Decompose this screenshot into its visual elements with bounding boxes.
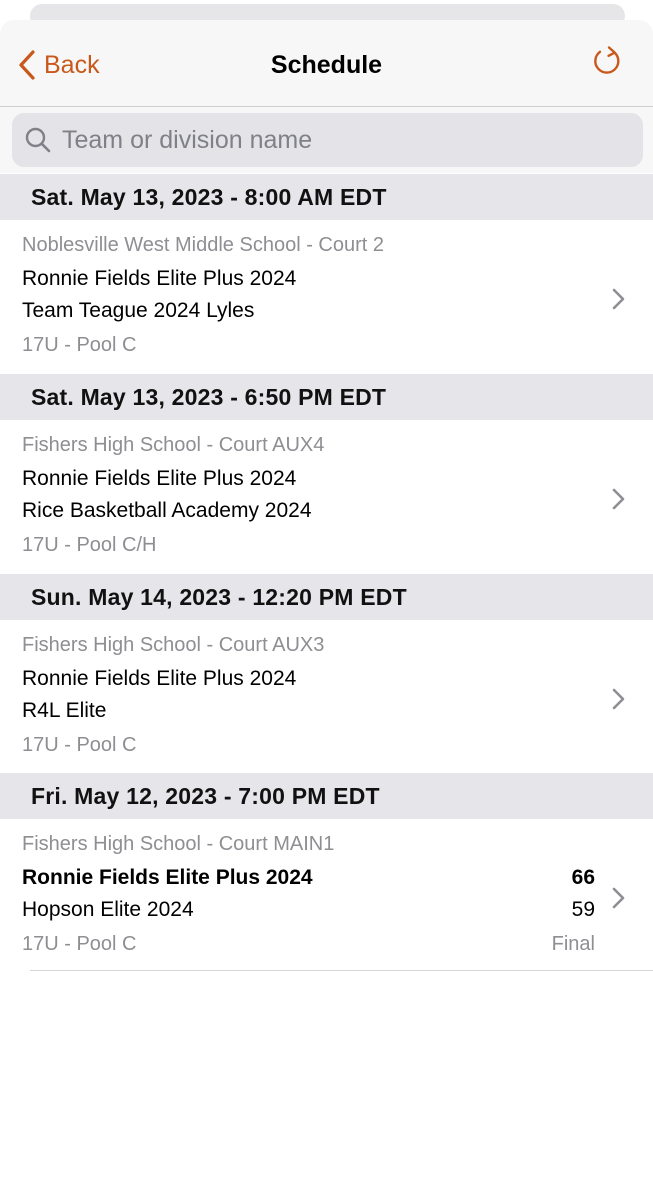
team-two: R4L Elite	[22, 699, 107, 722]
search-area	[0, 107, 653, 173]
team-one: Ronnie Fields Elite Plus 2024	[22, 467, 297, 490]
game-division: 17U - Pool C	[22, 734, 137, 756]
team-two-score: 59	[571, 898, 595, 921]
game-location: Fishers High School - Court AUX4	[22, 434, 325, 456]
refresh-button[interactable]	[590, 44, 624, 78]
game-division: 17U - Pool C	[22, 933, 137, 955]
game-row[interactable]: Fishers High School - Court AUX4 Ronnie …	[0, 420, 653, 574]
section-header: Sun. May 14, 2023 - 12:20 PM EDT	[0, 574, 653, 620]
search-bar[interactable]	[12, 113, 643, 167]
section-date: Fri. May 12, 2023 - 7:00 PM EDT	[31, 782, 380, 809]
game-location: Noblesville West Middle School - Court 2	[22, 234, 385, 256]
chevron-right-icon	[612, 488, 625, 510]
game-location: Fishers High School - Court MAIN1	[22, 833, 335, 855]
team-one-score: 66	[571, 866, 595, 889]
game-row[interactable]: Fishers High School - Court AUX3 Ronnie …	[0, 620, 653, 774]
navigation-bar: Back Schedule	[0, 20, 653, 107]
game-row[interactable]: Noblesville West Middle School - Court 2…	[0, 220, 653, 374]
team-one: Ronnie Fields Elite Plus 2024	[22, 667, 297, 690]
refresh-icon	[594, 46, 620, 74]
game-division: 17U - Pool C/H	[22, 534, 157, 556]
chevron-right-icon	[612, 688, 625, 710]
section-date: Sun. May 14, 2023 - 12:20 PM EDT	[31, 583, 407, 610]
team-two: Hopson Elite 2024	[22, 898, 194, 921]
game-row[interactable]: Fishers High School - Court MAIN1 Ronnie…	[0, 819, 653, 973]
team-one: Ronnie Fields Elite Plus 2024	[22, 866, 313, 889]
section-date: Sat. May 13, 2023 - 6:50 PM EDT	[31, 383, 387, 410]
section-header: Fri. May 12, 2023 - 7:00 PM EDT	[0, 773, 653, 819]
team-two: Rice Basketball Academy 2024	[22, 499, 312, 522]
team-two: Team Teague 2024 Lyles	[22, 299, 255, 322]
search-icon	[25, 127, 51, 153]
page-title: Schedule	[270, 51, 383, 79]
chevron-right-icon	[612, 288, 625, 310]
game-division: 17U - Pool C	[22, 334, 137, 356]
section-header: Sat. May 13, 2023 - 8:00 AM EDT	[0, 174, 653, 220]
chevron-right-icon	[612, 887, 625, 909]
game-status: Final	[551, 933, 595, 955]
section-header: Sat. May 13, 2023 - 6:50 PM EDT	[0, 374, 653, 420]
list-divider	[30, 970, 653, 971]
game-location: Fishers High School - Court AUX3	[22, 634, 325, 656]
team-one: Ronnie Fields Elite Plus 2024	[22, 267, 297, 290]
section-date: Sat. May 13, 2023 - 8:00 AM EDT	[31, 183, 387, 210]
search-input[interactable]	[60, 119, 624, 161]
